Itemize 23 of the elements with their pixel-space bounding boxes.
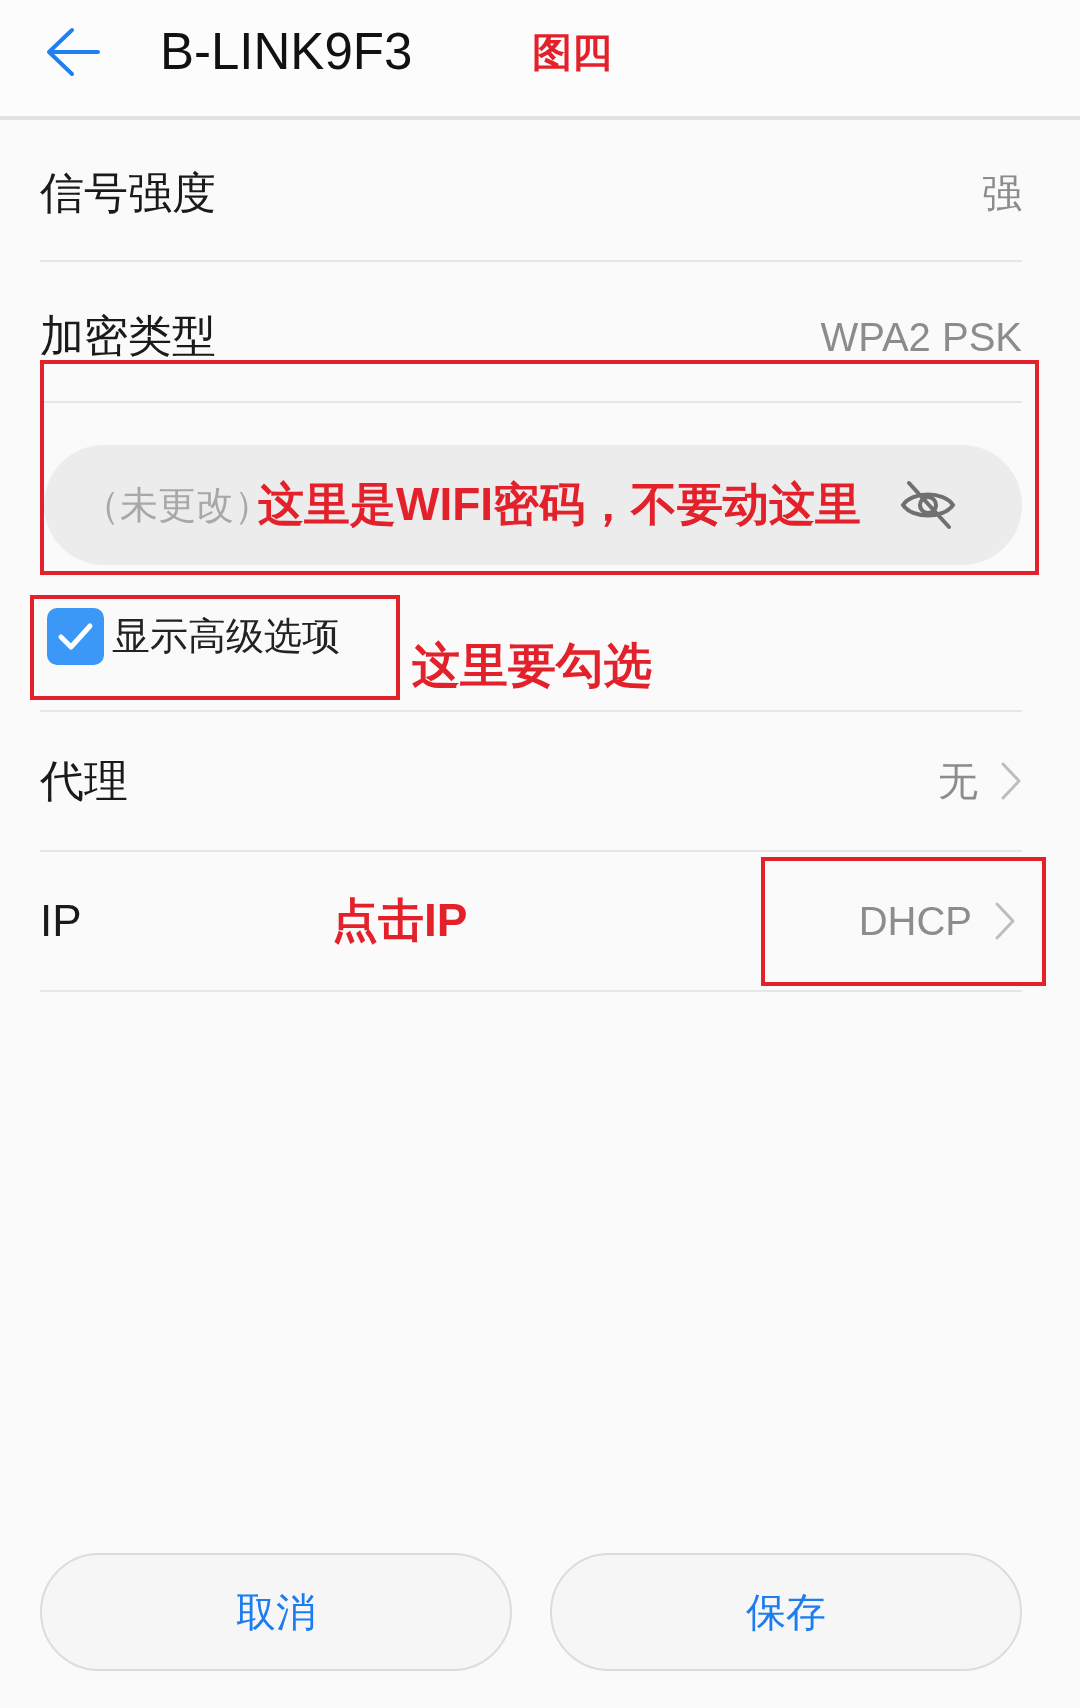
setting-label: 加密类型 [40, 310, 216, 360]
setting-label[interactable]: IP [40, 896, 332, 946]
chevron-right-icon [1000, 761, 1022, 801]
password-field[interactable]: （未更改）这里是WIFI密码，不要动这里 [44, 445, 1022, 565]
back-arrow-icon[interactable] [46, 27, 100, 77]
setting-label: 信号强度 [40, 168, 216, 218]
checkbox[interactable] [47, 608, 104, 665]
setting-value[interactable]: DHCP [858, 898, 972, 944]
annotation-note: 这里要勾选 [412, 638, 652, 694]
setting-value: WPA2 PSK [820, 314, 1022, 360]
setting-value[interactable]: 无 [938, 758, 978, 804]
annotation-note: 点击IP [332, 893, 468, 949]
save-button[interactable]: 保存 [550, 1553, 1022, 1671]
cancel-button[interactable]: 取消 [40, 1553, 512, 1671]
figure-label: 图四 [532, 29, 613, 76]
eye-slash-icon[interactable] [899, 480, 957, 530]
setting-value: 强 [982, 170, 1022, 216]
setting-label[interactable]: 代理 [40, 756, 128, 806]
annotation-note: 这里是WIFI密码，不要动这里 [258, 477, 862, 533]
page-title: B-LINK9F3 [160, 22, 413, 83]
chevron-right-icon [994, 901, 1016, 941]
password-input[interactable]: （未更改） [82, 483, 254, 527]
checkbox-label[interactable]: 显示高级选项 [112, 608, 340, 665]
